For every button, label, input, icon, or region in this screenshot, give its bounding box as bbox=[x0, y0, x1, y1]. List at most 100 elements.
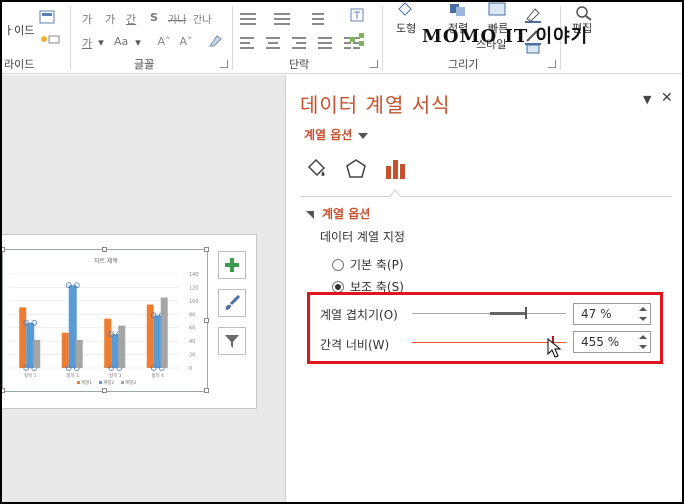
gap-width-input[interactable]: 455 % bbox=[573, 331, 651, 353]
resize-handle[interactable] bbox=[204, 388, 209, 393]
resize-handle[interactable] bbox=[2, 247, 5, 252]
bar-계열3 bbox=[118, 325, 126, 368]
bar-계열1 bbox=[146, 304, 154, 368]
line bbox=[318, 42, 332, 44]
line bbox=[274, 23, 290, 25]
font-dialog-launcher[interactable] bbox=[220, 60, 228, 68]
line bbox=[240, 13, 256, 15]
resize-handle[interactable] bbox=[204, 318, 209, 323]
line bbox=[266, 37, 280, 39]
arrange-icon[interactable] bbox=[446, 2, 470, 18]
drawing-dialog-launcher[interactable] bbox=[548, 60, 556, 68]
decrease-font-icon[interactable]: A˅ bbox=[176, 32, 196, 50]
align-left-icon[interactable] bbox=[240, 36, 256, 50]
quick-styles-icon[interactable] bbox=[486, 2, 510, 18]
font-color-button[interactable]: 가 bbox=[82, 35, 92, 51]
effects-tab[interactable] bbox=[342, 155, 370, 183]
legend-entry: 계열2 bbox=[103, 379, 114, 386]
resize-handle[interactable] bbox=[102, 247, 107, 252]
layout-button[interactable]: ㅏ이드 bbox=[4, 22, 34, 38]
spinner[interactable] bbox=[639, 306, 648, 322]
chevron-down-icon[interactable]: ▾ bbox=[96, 36, 106, 49]
font-underline-button[interactable]: 간 bbox=[126, 11, 136, 27]
paragraph-dialog-launcher[interactable] bbox=[370, 60, 378, 68]
bullets-icon[interactable] bbox=[240, 12, 262, 26]
align-center-icon[interactable] bbox=[266, 36, 282, 50]
pane-options-chevron-icon[interactable]: ▼ bbox=[643, 93, 651, 106]
series-options-section[interactable]: 계열 옵션 bbox=[306, 205, 370, 222]
spin-down-icon[interactable] bbox=[639, 317, 647, 321]
chart-elements-button[interactable] bbox=[218, 251, 246, 279]
filter-icon bbox=[225, 335, 239, 348]
line bbox=[240, 23, 256, 25]
line bbox=[266, 47, 280, 49]
resize-handle[interactable] bbox=[2, 388, 5, 393]
series-options-dropdown[interactable]: 계열 옵션 bbox=[304, 126, 369, 143]
primary-axis-option[interactable]: 기본 축(P) bbox=[332, 256, 404, 273]
chart[interactable]: 차트 제목 140 120 100 80 60 40 20 0 항목 1 항목 2 항목 3 항목 4 계… bbox=[2, 247, 209, 393]
font-strike-button[interactable]: 가나 bbox=[168, 11, 186, 26]
category-label: 항목 3 bbox=[109, 372, 122, 379]
resize-handle[interactable] bbox=[204, 247, 209, 252]
fill-line-tab[interactable] bbox=[302, 155, 330, 183]
smartart-icon[interactable] bbox=[348, 30, 366, 48]
reset-icon[interactable] bbox=[38, 30, 62, 48]
font-bold-button[interactable]: 가 bbox=[82, 11, 92, 27]
gap-width-label: 간격 너비(W) bbox=[320, 338, 390, 352]
shapes-icon[interactable] bbox=[394, 2, 420, 18]
chart-title: 차트 제목 bbox=[94, 257, 118, 265]
slide-editing-area[interactable]: 차트 제목 140 120 100 80 60 40 20 0 항목 1 항목 2 항목 3 항목 4 계… bbox=[2, 75, 285, 502]
line bbox=[240, 47, 254, 49]
radio-button[interactable] bbox=[332, 258, 344, 271]
change-case-button[interactable]: Aa bbox=[114, 35, 128, 48]
close-icon[interactable]: ✕ bbox=[661, 90, 673, 106]
spinner[interactable] bbox=[639, 334, 648, 350]
mouse-cursor-icon bbox=[547, 338, 562, 358]
spin-down-icon[interactable] bbox=[639, 345, 647, 349]
bar-계열3 bbox=[33, 339, 41, 368]
line bbox=[312, 23, 324, 25]
series-overlap-thumb[interactable] bbox=[525, 307, 527, 319]
series-options-tab[interactable] bbox=[382, 155, 410, 183]
shapes-button[interactable]: 도형 bbox=[396, 20, 416, 36]
increase-font-icon[interactable]: A˄ bbox=[154, 32, 174, 50]
line bbox=[312, 13, 324, 15]
chevron-down-icon bbox=[358, 132, 369, 139]
resize-handle[interactable] bbox=[102, 388, 107, 393]
category-label: 항목 1 bbox=[24, 372, 37, 379]
radio-button-selected[interactable] bbox=[332, 280, 344, 293]
font-italic-button[interactable]: 가 bbox=[105, 11, 115, 27]
bar-계열2 bbox=[111, 334, 120, 368]
series-overlap-input[interactable]: 47 % bbox=[573, 303, 651, 325]
align-right-icon[interactable] bbox=[292, 36, 308, 50]
chart-styles-button[interactable] bbox=[218, 289, 246, 317]
collapse-icon bbox=[306, 210, 314, 219]
line bbox=[268, 42, 278, 44]
chart-filters-button[interactable] bbox=[218, 327, 246, 355]
justify-icon[interactable] bbox=[318, 36, 334, 50]
bar-chart-options-icon bbox=[386, 160, 405, 179]
legend-entry: 계열1 bbox=[81, 379, 92, 386]
bar-계열3 bbox=[75, 339, 83, 368]
clear-format-icon[interactable] bbox=[206, 32, 224, 50]
legend-entry: 계열3 bbox=[125, 379, 136, 386]
line bbox=[318, 37, 332, 39]
font-shadow-button[interactable]: S bbox=[150, 11, 158, 24]
series-overlap-label: 계열 겹치기(O) bbox=[320, 308, 398, 322]
right-axis-tick-label: 20 bbox=[189, 353, 195, 359]
chevron-down-icon[interactable]: ▾ bbox=[133, 36, 143, 49]
series-overlap-slider[interactable] bbox=[412, 313, 566, 314]
indent-icon[interactable] bbox=[308, 12, 330, 26]
spin-up-icon[interactable] bbox=[639, 307, 647, 311]
font-spacing-button[interactable]: 간나 bbox=[193, 11, 211, 26]
layout-icon[interactable] bbox=[38, 8, 56, 26]
spin-up-icon[interactable] bbox=[639, 335, 647, 339]
category-label: 항목 2 bbox=[66, 372, 79, 379]
text-direction-icon[interactable] bbox=[348, 6, 366, 24]
category-label: 항목 4 bbox=[151, 372, 164, 379]
numbering-icon[interactable] bbox=[274, 12, 296, 26]
bar-계열1 bbox=[19, 307, 27, 368]
gap-width-slider[interactable] bbox=[412, 342, 566, 343]
active-tab-caret bbox=[389, 189, 401, 197]
bar-계열3 bbox=[160, 297, 168, 368]
